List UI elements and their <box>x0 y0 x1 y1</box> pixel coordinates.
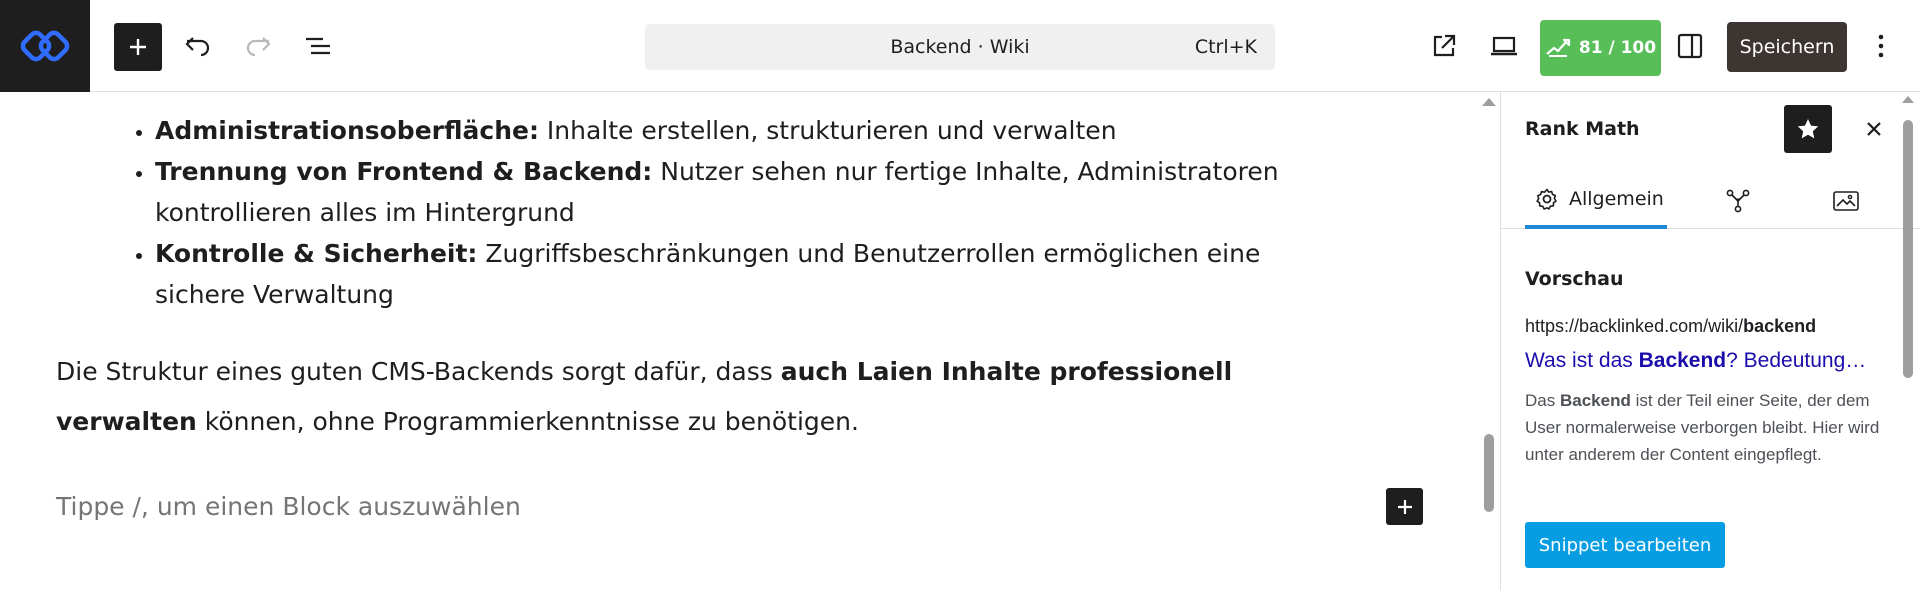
paragraph-text: Die Struktur eines guten CMS-Backends so… <box>56 357 781 386</box>
sidebar-tabs: Allgemein <box>1501 172 1920 229</box>
add-block-button[interactable] <box>114 23 162 71</box>
redo-button[interactable] <box>240 28 276 64</box>
rank-math-logo-icon <box>1546 38 1570 57</box>
sidebar-icon <box>1677 33 1703 59</box>
edit-snippet-button[interactable]: Snippet bearbeiten <box>1525 522 1725 568</box>
options-menu-button[interactable] <box>1866 28 1896 64</box>
close-sidebar-button[interactable] <box>1857 112 1891 146</box>
serp-preview-url[interactable]: https://backlinked.com/wiki/backend <box>1525 316 1865 337</box>
schema-icon <box>1726 189 1750 212</box>
settings-sidebar-toggle[interactable] <box>1672 28 1708 64</box>
tab-general-label: Allgemein <box>1569 187 1664 210</box>
sidebar-scrollbar-thumb[interactable] <box>1903 120 1913 378</box>
preview-device-button[interactable] <box>1486 28 1522 64</box>
bullet-list-block[interactable]: Administrationsoberfläche: Inhalte erste… <box>155 110 1345 315</box>
view-post-button[interactable] <box>1426 28 1462 64</box>
serp-url-slug: backend <box>1743 316 1817 336</box>
plus-icon <box>130 39 146 55</box>
list-item-text: Inhalte erstellen, strukturieren und ver… <box>538 116 1117 145</box>
gear-icon <box>1536 188 1557 210</box>
star-icon <box>1797 119 1819 139</box>
command-palette-bar[interactable]: Backend · Wiki Ctrl+K <box>645 24 1275 70</box>
paragraph-block[interactable]: Die Struktur eines guten CMS-Backends so… <box>56 347 1376 447</box>
external-link-icon <box>1433 34 1456 57</box>
list-item[interactable]: Administrationsoberfläche: Inhalte erste… <box>155 110 1345 151</box>
editor-scrollbar-thumb[interactable] <box>1484 434 1494 512</box>
inline-add-block-button[interactable] <box>1386 488 1423 525</box>
more-vertical-icon <box>1878 34 1884 58</box>
list-item-term: Trennung von Frontend & Backend: <box>155 157 653 186</box>
logo-icon <box>20 30 70 62</box>
serp-title-start: Was ist das <box>1525 349 1639 372</box>
serp-title-end: ? Bedeutung & Funktion <box>1726 349 1870 372</box>
sidebar-scroll-up-arrow-icon[interactable] <box>1902 96 1914 103</box>
serp-desc-start: Das <box>1525 391 1560 410</box>
undo-icon <box>185 37 210 57</box>
tab-schema[interactable] <box>1713 172 1763 229</box>
pin-favorite-button[interactable] <box>1784 105 1832 153</box>
serp-preview-title[interactable]: Was ist das Backend? Bedeutung & Funktio… <box>1525 349 1870 373</box>
list-item-term: Kontrolle & Sicherheit: <box>155 239 478 268</box>
seo-score-button[interactable]: 81 / 100 <box>1540 20 1661 76</box>
list-item[interactable]: Trennung von Frontend & Backend: Nutzer … <box>155 151 1345 233</box>
list-item[interactable]: Kontrolle & Sicherheit: Zugriffsbeschrän… <box>155 233 1345 315</box>
sidebar-title: Rank Math <box>1525 118 1640 140</box>
keyboard-shortcut: Ctrl+K <box>1194 36 1257 58</box>
seo-score-value: 81 / 100 <box>1578 38 1657 58</box>
preview-section-label: Vorschau <box>1525 268 1624 290</box>
tab-general[interactable]: Allgemein <box>1525 172 1667 229</box>
list-item-term: Administrationsoberfläche: <box>155 116 539 145</box>
rank-math-sidebar: Rank Math Allgemein Vorschau https://bac… <box>1500 92 1920 590</box>
document-title: Backend · Wiki <box>890 36 1030 58</box>
serp-desc-keyword: Backend <box>1559 391 1631 410</box>
laptop-icon <box>1491 36 1517 56</box>
plus-icon <box>1397 499 1412 514</box>
editor-scrollbar[interactable] <box>1480 92 1500 590</box>
serp-title-keyword: Backend <box>1638 349 1727 372</box>
editor-header: Backend · Wiki Ctrl+K 81 / 100 Speichern <box>0 0 1920 92</box>
document-overview-button[interactable] <box>300 28 336 64</box>
empty-block-placeholder[interactable]: Tippe /, um einen Block auszuwählen <box>56 492 521 521</box>
scroll-up-arrow-icon[interactable] <box>1482 98 1496 106</box>
list-view-icon <box>306 37 330 55</box>
tab-social[interactable] <box>1821 172 1871 229</box>
editor-canvas[interactable]: Administrationsoberfläche: Inhalte erste… <box>0 92 1480 590</box>
undo-button[interactable] <box>180 28 216 64</box>
site-logo[interactable] <box>0 0 90 92</box>
social-card-icon <box>1833 190 1859 211</box>
redo-icon <box>246 37 271 57</box>
serp-preview-description[interactable]: Das Backend ist der Teil einer Seite, de… <box>1525 387 1880 468</box>
paragraph-text-end: können, ohne Programmierkenntnisse zu be… <box>196 407 859 436</box>
save-button[interactable]: Speichern <box>1727 22 1847 72</box>
serp-url-prefix: https://backlinked.com/wiki/ <box>1525 316 1744 336</box>
close-icon <box>1867 122 1881 136</box>
